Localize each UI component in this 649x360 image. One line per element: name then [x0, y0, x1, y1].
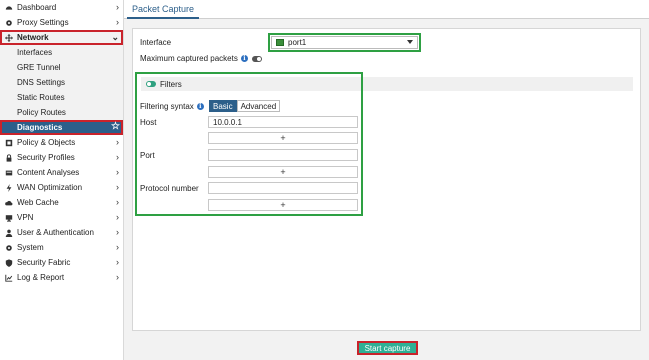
- sidebar-item-label: Security Fabric: [17, 258, 71, 267]
- sidebar-item-system[interactable]: System ›: [0, 240, 123, 255]
- lock-icon: [4, 153, 13, 162]
- sidebar-item-label: Log & Report: [17, 273, 65, 282]
- tab-bar: Packet Capture: [124, 0, 649, 19]
- sidebar-item-label: GRE Tunnel: [17, 63, 61, 72]
- sidebar: Dashboard › Proxy Settings › Network ⌄ I…: [0, 0, 124, 360]
- sidebar-item-label: Web Cache: [17, 198, 59, 207]
- chevron-right-icon: ›: [116, 17, 119, 27]
- filters-highlight: [135, 72, 363, 216]
- sidebar-item-policy-objects[interactable]: Policy & Objects ›: [0, 135, 123, 150]
- sidebar-item-dns-settings[interactable]: DNS Settings: [0, 75, 123, 90]
- sidebar-item-label: Content Analyses: [17, 168, 80, 177]
- sidebar-item-label: Proxy Settings: [17, 18, 69, 27]
- sidebar-item-wan-optimization[interactable]: WAN Optimization ›: [0, 180, 123, 195]
- gear-icon: [4, 18, 13, 27]
- interface-highlight: [268, 33, 421, 52]
- sidebar-item-label: Static Routes: [17, 93, 65, 102]
- chevron-right-icon: ›: [116, 152, 119, 162]
- sidebar-item-label: User & Authentication: [17, 228, 94, 237]
- sidebar-item-log-report[interactable]: Log & Report ›: [0, 270, 123, 285]
- packet-capture-panel: Interface port1 Maximum captured packets…: [132, 28, 641, 331]
- sidebar-item-dashboard[interactable]: Dashboard ›: [0, 0, 123, 15]
- sidebar-item-content-analyses[interactable]: Content Analyses ›: [0, 165, 123, 180]
- sidebar-item-interfaces[interactable]: Interfaces: [0, 45, 123, 60]
- max-packets-row: Maximum captured packets i: [140, 54, 262, 63]
- gear-icon: [4, 243, 13, 252]
- chevron-right-icon: ›: [116, 257, 119, 267]
- cloud-icon: [4, 198, 13, 207]
- chevron-right-icon: ›: [116, 137, 119, 147]
- max-packets-toggle[interactable]: [251, 55, 262, 62]
- sidebar-item-gre-tunnel[interactable]: GRE Tunnel: [0, 60, 123, 75]
- monitor-icon: [4, 213, 13, 222]
- sidebar-item-vpn[interactable]: VPN ›: [0, 210, 123, 225]
- info-icon[interactable]: i: [240, 55, 248, 63]
- main-content: Packet Capture Interface port1 Maximum c…: [124, 0, 649, 360]
- interface-label: Interface: [140, 38, 172, 47]
- tab-packet-capture[interactable]: Packet Capture: [127, 0, 200, 19]
- max-packets-label: Maximum captured packets: [140, 54, 238, 63]
- sidebar-item-label: DNS Settings: [17, 78, 66, 87]
- sidebar-item-label: VPN: [17, 213, 34, 222]
- wan-icon: [4, 183, 13, 192]
- chevron-right-icon: ›: [116, 242, 119, 252]
- sidebar-item-web-cache[interactable]: Web Cache ›: [0, 195, 123, 210]
- chevron-right-icon: ›: [116, 197, 119, 207]
- sidebar-item-label: Policy & Objects: [17, 138, 76, 147]
- shield-icon: [4, 258, 13, 267]
- chevron-right-icon: ›: [116, 2, 119, 12]
- start-capture-button[interactable]: Start capture: [357, 341, 418, 355]
- sidebar-item-diagnostics[interactable]: Diagnostics ☆: [0, 120, 123, 135]
- chart-icon: [4, 273, 13, 282]
- sidebar-item-label: System: [17, 243, 44, 252]
- policy-icon: [4, 138, 13, 147]
- sidebar-item-label: WAN Optimization: [17, 183, 83, 192]
- chevron-right-icon: ›: [116, 272, 119, 282]
- star-icon[interactable]: ☆: [111, 121, 120, 132]
- chevron-right-icon: ›: [116, 182, 119, 192]
- chevron-right-icon: ›: [116, 212, 119, 222]
- sidebar-item-security-fabric[interactable]: Security Fabric ›: [0, 255, 123, 270]
- sidebar-item-proxy-settings[interactable]: Proxy Settings ›: [0, 15, 123, 30]
- highlight-outline: [0, 30, 123, 45]
- content-icon: [4, 168, 13, 177]
- user-icon: [4, 228, 13, 237]
- sidebar-item-label: Dashboard: [17, 3, 57, 12]
- sidebar-item-policy-routes[interactable]: Policy Routes: [0, 105, 123, 120]
- sidebar-item-static-routes[interactable]: Static Routes: [0, 90, 123, 105]
- sidebar-item-label: Security Profiles: [17, 153, 75, 162]
- sidebar-item-security-profiles[interactable]: Security Profiles ›: [0, 150, 123, 165]
- sidebar-item-label: Policy Routes: [17, 108, 66, 117]
- chevron-down-icon: ⌄: [111, 32, 119, 42]
- sidebar-item-label: Interfaces: [17, 48, 53, 57]
- sidebar-item-user-authentication[interactable]: User & Authentication ›: [0, 225, 123, 240]
- chevron-right-icon: ›: [116, 167, 119, 177]
- sidebar-item-network[interactable]: Network ⌄: [0, 30, 123, 45]
- highlight-outline: [0, 120, 123, 135]
- dashboard-icon: [4, 3, 13, 12]
- chevron-right-icon: ›: [116, 227, 119, 237]
